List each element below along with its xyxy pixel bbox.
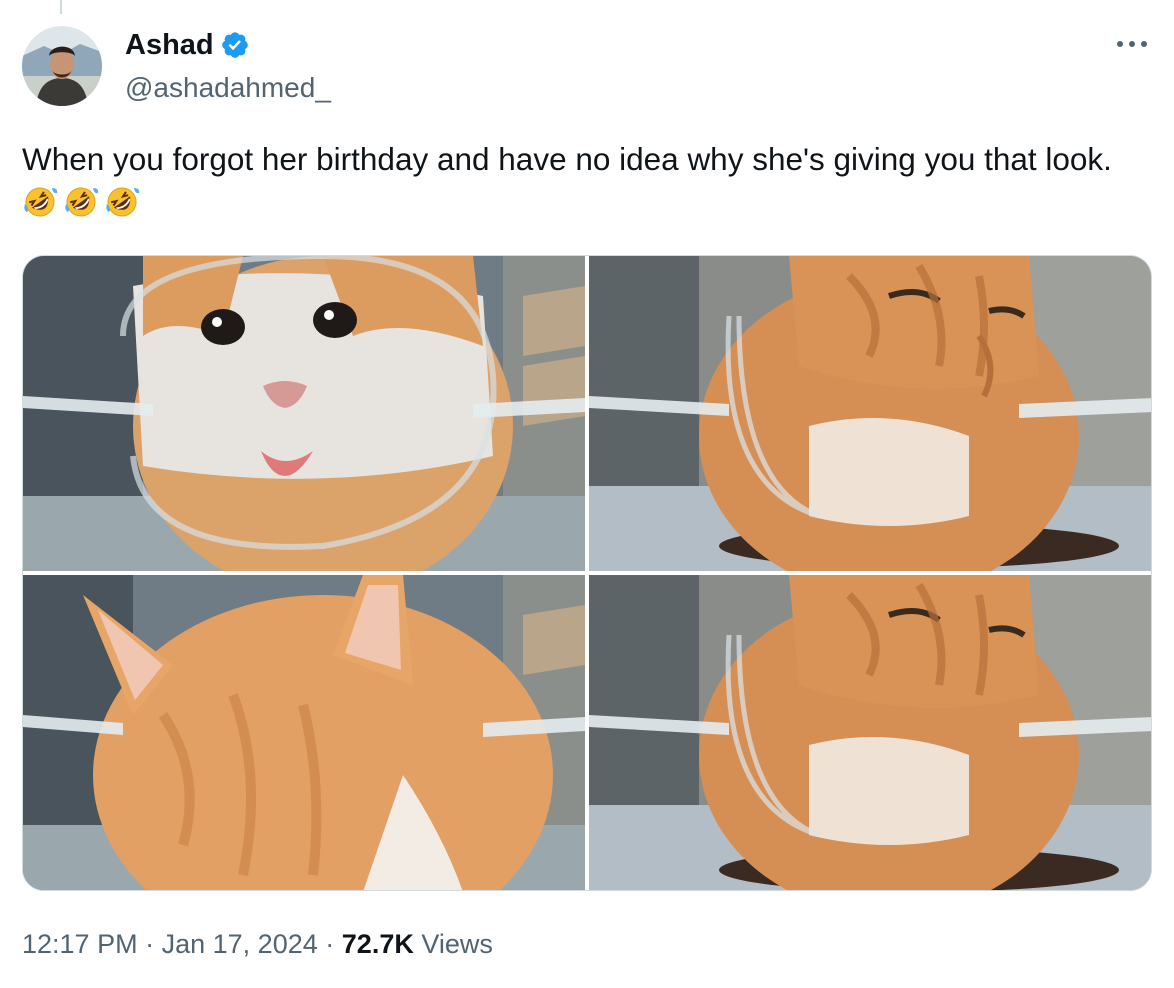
meta-separator: · xyxy=(325,929,335,959)
rolling-on-floor-laughing-icon xyxy=(104,184,140,220)
thread-connector-line xyxy=(60,0,62,14)
more-horizontal-icon[interactable] xyxy=(1112,28,1152,58)
author-display-name[interactable]: Ashad xyxy=(125,27,214,63)
tweet-time[interactable]: 12:17 PM xyxy=(22,929,138,959)
media-image-4[interactable] xyxy=(589,575,1151,890)
media-image-2[interactable] xyxy=(589,256,1151,571)
media-grid xyxy=(22,255,1152,891)
tweet-meta: 12:17 PM · Jan 17, 2024 · 72.7K Views xyxy=(22,926,493,962)
author-handle[interactable]: @ashadahmed_ xyxy=(125,70,331,106)
media-image-3[interactable] xyxy=(23,575,585,890)
rolling-on-floor-laughing-icon xyxy=(22,184,58,220)
avatar[interactable] xyxy=(22,26,102,106)
views-count: 72.7K xyxy=(341,929,414,959)
tweet-text: When you forgot her birthday and have no… xyxy=(22,138,1157,224)
rolling-on-floor-laughing-icon xyxy=(63,184,99,220)
tweet-date[interactable]: Jan 17, 2024 xyxy=(162,929,318,959)
author-name-row: Ashad xyxy=(125,27,250,63)
views-label: Views xyxy=(421,929,493,959)
emoji-group xyxy=(22,184,140,220)
media-image-1[interactable] xyxy=(23,256,585,571)
tweet-body: When you forgot her birthday and have no… xyxy=(22,141,1112,177)
verified-badge-icon[interactable] xyxy=(220,30,250,60)
meta-separator: · xyxy=(145,929,155,959)
